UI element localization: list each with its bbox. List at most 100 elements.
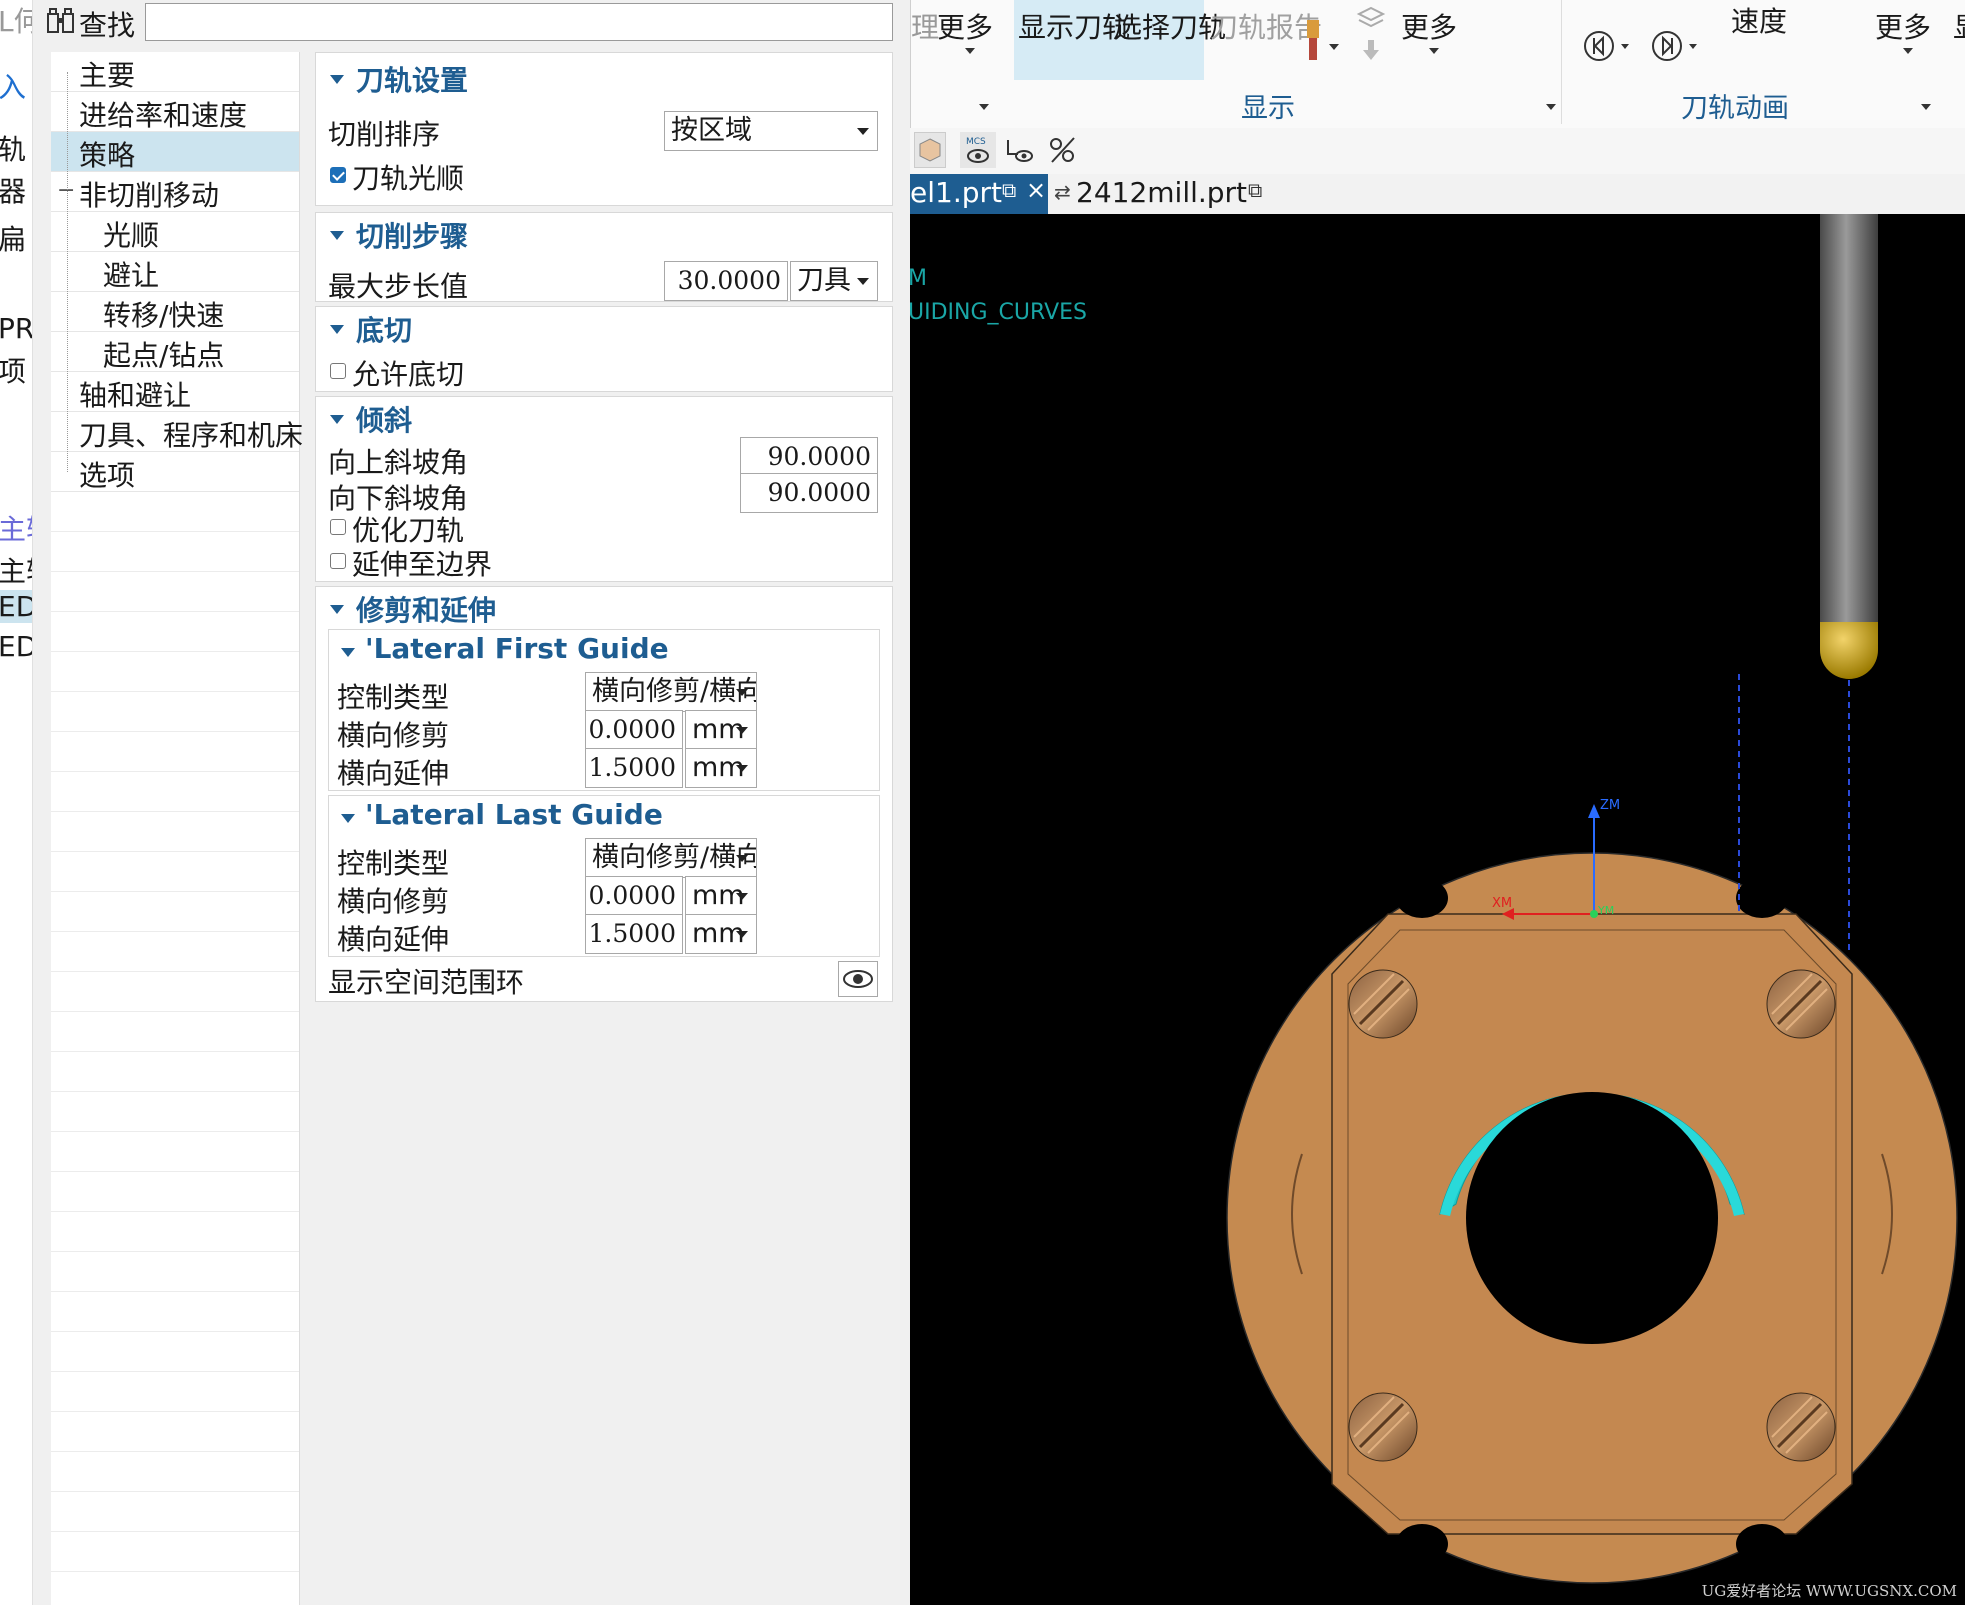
toggle-visibility-button[interactable] <box>1044 132 1080 168</box>
chevron-down-icon[interactable] <box>1921 104 1931 110</box>
select-toolpath-button[interactable]: 选择刀轨 <box>1110 0 1226 80</box>
find-bar: 查找 <box>33 0 910 48</box>
flange-hole <box>1736 1524 1788 1564</box>
shaded-view-button[interactable] <box>914 132 946 168</box>
end-mill-icon <box>1307 20 1339 60</box>
mcs-visibility-button[interactable]: MCS <box>960 132 996 168</box>
ramp-up-angle-input[interactable]: 90.0000 <box>740 437 878 477</box>
max-step-input[interactable]: 30.0000 <box>664 261 788 301</box>
graphics-viewport[interactable]: M UIDING_CURVES ZM XM YM UG爱好者论坛 WWW.UGS… <box>910 214 1965 1605</box>
ramp-down-angle-input[interactable]: 90.0000 <box>740 473 878 513</box>
sliver-text: ED <box>0 590 32 623</box>
tree-item-axis-avoidance[interactable]: 轴和避让 <box>51 372 299 412</box>
tab-2412mill[interactable]: ⇄ 2412mill.prt ⧉ <box>1050 174 1280 214</box>
subgroup-title[interactable]: 'Lateral Last Guide <box>365 798 663 831</box>
find-input[interactable] <box>145 3 893 41</box>
group-undercut: 底切 允许底切 <box>315 306 893 392</box>
tab-active-part[interactable]: el1.prt ⧉ × <box>910 174 1048 214</box>
collapse-triangle-icon[interactable] <box>330 415 344 424</box>
max-step-label: 最大步长值 <box>328 270 469 303</box>
threaded-hole <box>1766 1392 1836 1462</box>
model-drawing <box>1226 214 1958 1584</box>
tree-item-transfer-rapid[interactable]: 转移/快速 <box>51 292 299 332</box>
optimize-toolpath-checkbox[interactable] <box>330 519 346 535</box>
control-type-dropdown[interactable]: 横向修剪/横向延伸 <box>585 672 757 712</box>
lateral-extend-unit-dropdown[interactable]: mm <box>685 914 757 954</box>
collapse-triangle-icon[interactable] <box>341 814 355 823</box>
tree-item-feeds-speeds[interactable]: 进给率和速度 <box>51 92 299 132</box>
subgroup-lateral-first-guide: 'Lateral First Guide 控制类型 横向修剪/横向延伸 横向修剪… <box>328 629 880 791</box>
show-toolpath-button[interactable]: 显示刀轨 <box>1014 0 1130 80</box>
tree-item-strategy[interactable]: 策略 <box>51 132 299 172</box>
lateral-trim-unit-dropdown[interactable]: mm <box>685 876 757 916</box>
tree-item-non-cutting-moves[interactable]: − 非切削移动 <box>51 172 299 212</box>
tree-item-options[interactable]: 选项 <box>51 452 299 492</box>
collapse-triangle-icon[interactable] <box>330 605 344 614</box>
collapse-triangle-icon[interactable] <box>341 648 355 657</box>
sliver-text: L何 <box>0 0 32 40</box>
tree-item-label: 主要 <box>79 59 136 92</box>
group-title[interactable]: 修剪和延伸 <box>356 589 496 629</box>
chevron-down-icon <box>736 727 748 734</box>
collapse-triangle-icon[interactable] <box>330 231 344 240</box>
group-title[interactable]: 倾斜 <box>356 399 412 439</box>
lateral-trim-unit-dropdown[interactable]: mm <box>685 710 757 750</box>
more-button-1[interactable]: 更多 <box>933 0 1007 60</box>
group-title[interactable]: 切削步骤 <box>356 215 468 255</box>
extend-to-boundary-checkbox[interactable] <box>330 553 346 569</box>
lateral-trim-input[interactable]: 0.0000 <box>585 710 683 750</box>
lateral-trim-input[interactable]: 0.0000 <box>585 876 683 916</box>
axis-z-arrow <box>1588 804 1600 818</box>
group-title[interactable]: 底切 <box>356 309 412 349</box>
tree-item-smoothing[interactable]: 光顺 <box>51 212 299 252</box>
tree-item-start-drill-points[interactable]: 起点/钻点 <box>51 332 299 372</box>
smooth-toolpath-checkbox[interactable] <box>330 167 346 183</box>
sliver-text: 项 <box>0 355 27 388</box>
flange-hole <box>1396 1524 1448 1564</box>
axis-z-label: ZM <box>1600 798 1621 813</box>
axis-y-label: YM <box>1598 904 1615 917</box>
lateral-extend-label: 横向延伸 <box>337 923 450 956</box>
navigation-tree: 主要 进给率和速度 策略 − 非切削移动 光顺 避让 转移/快速 起点/钻点 轴… <box>51 52 303 1605</box>
more-label: 更多 <box>1401 11 1458 44</box>
collapse-triangle-icon[interactable] <box>330 325 344 334</box>
control-type-dropdown[interactable]: 横向修剪/横向延伸 <box>585 838 757 878</box>
tree-item-avoidance[interactable]: 避让 <box>51 252 299 292</box>
chevron-down-icon[interactable] <box>979 104 989 110</box>
chevron-down-icon <box>857 278 869 285</box>
step-back-button[interactable] <box>1583 28 1633 64</box>
group-toolpath-settings: 刀轨设置 切削排序 按区域 刀轨光顺 <box>315 52 893 206</box>
tool-display-button[interactable] <box>1295 18 1343 64</box>
show-range-ring-button[interactable] <box>838 961 878 997</box>
lateral-trim-label: 横向修剪 <box>337 885 450 918</box>
show-range-ring-label: 显示空间范围环 <box>328 966 525 999</box>
tree-item-main[interactable]: 主要 <box>51 52 299 92</box>
max-step-unit-dropdown[interactable]: 刀具 <box>790 261 878 301</box>
group-title[interactable]: 刀轨设置 <box>356 59 468 99</box>
chevron-down-icon[interactable] <box>1546 104 1556 110</box>
tree-item-label: 转移/快速 <box>103 299 225 332</box>
close-icon[interactable]: × <box>1026 176 1046 204</box>
view-toolbar: MCS <box>910 128 1965 175</box>
layers-button[interactable] <box>1351 0 1391 70</box>
tree-item-tool-program-machine[interactable]: 刀具、程序和机床 <box>51 412 303 452</box>
tab-label: el1.prt <box>910 176 1002 209</box>
skip-back-icon <box>1584 31 1629 61</box>
control-type-label: 控制类型 <box>337 681 450 714</box>
lateral-extend-unit-dropdown[interactable]: mm <box>685 748 757 788</box>
collapse-triangle-icon[interactable] <box>330 75 344 84</box>
sliver-text: 器 <box>0 175 27 208</box>
more-button-3[interactable]: 更多 <box>1871 0 1951 60</box>
more-label: 更多 <box>1875 11 1932 44</box>
lateral-extend-input[interactable]: 1.5000 <box>585 914 683 954</box>
path-visibility-button[interactable] <box>1002 132 1038 168</box>
tab-link-icon: ⧉ <box>1248 178 1263 202</box>
lateral-extend-input[interactable]: 1.5000 <box>585 748 683 788</box>
subgroup-title[interactable]: 'Lateral First Guide <box>365 632 669 665</box>
threaded-hole <box>1348 969 1418 1039</box>
allow-undercut-checkbox[interactable] <box>330 363 346 379</box>
sliver-text: PRO <box>0 312 33 345</box>
cut-order-dropdown[interactable]: 按区域 <box>664 111 878 151</box>
step-forward-button[interactable] <box>1651 28 1701 64</box>
more-button-2[interactable]: 更多 <box>1391 0 1471 60</box>
